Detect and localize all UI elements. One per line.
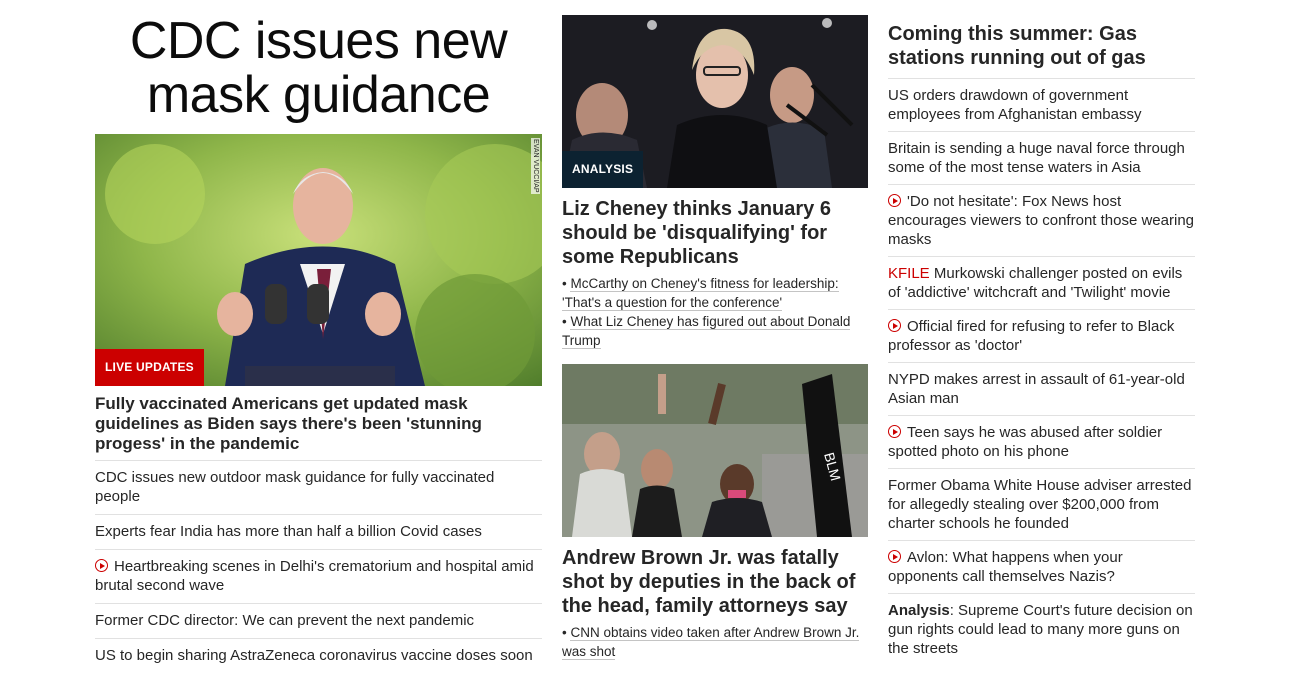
kfile-label: KFILE <box>888 265 930 282</box>
related-links-list: CDC issues new outdoor mask guidance for… <box>95 460 542 673</box>
sub-link[interactable]: • CNN obtains video taken after Andrew B… <box>562 623 868 661</box>
list-item[interactable]: Official fired for refusing to refer to … <box>888 309 1195 362</box>
gas-story-title[interactable]: Coming this summer: Gas stations running… <box>888 22 1195 70</box>
list-item[interactable]: Britain is sending a huge naval force th… <box>888 131 1195 184</box>
list-item[interactable]: KFILE Murkowski challenger posted on evi… <box>888 256 1195 309</box>
sub-link[interactable]: • McCarthy on Cheney's fitness for leade… <box>562 274 868 312</box>
link-text[interactable]: Experts fear India has more than half a … <box>95 523 482 540</box>
cheney-photo-link[interactable]: ANALYSIS <box>562 15 868 188</box>
protest-photo: BLM <box>562 364 868 537</box>
list-item[interactable]: Experts fear India has more than half a … <box>95 514 542 549</box>
biden-photo-link[interactable]: EVAN VUCCI/AP LIVE UPDATES <box>95 134 542 386</box>
link-text[interactable]: Britain is sending a huge naval force th… <box>888 140 1185 176</box>
analysis-badge[interactable]: ANALYSIS <box>562 151 644 188</box>
list-item[interactable]: Heartbreaking scenes in Delhi's cremator… <box>95 549 542 603</box>
link-text[interactable]: Official fired for refusing to refer to … <box>888 318 1174 354</box>
list-item[interactable]: Teen says he was abused after soldier sp… <box>888 415 1195 468</box>
link-text[interactable]: Former CDC director: We can prevent the … <box>95 612 474 629</box>
link-text[interactable]: Heartbreaking scenes in Delhi's cremator… <box>95 558 534 594</box>
sub-link-text[interactable]: McCarthy on Cheney's fitness for leaders… <box>562 276 839 311</box>
link-text[interactable]: 'Do not hesitate': Fox News host encoura… <box>888 193 1194 248</box>
list-item[interactable]: US orders drawdown of government employe… <box>888 78 1195 131</box>
list-item[interactable]: Analysis: Supreme Court's future decisio… <box>888 593 1195 665</box>
mega-headline[interactable]: CDC issues new mask guidance <box>95 14 542 122</box>
photo-credit: EVAN VUCCI/AP <box>531 138 540 194</box>
link-text[interactable]: Teen says he was abused after soldier sp… <box>888 424 1162 460</box>
lead-story-title[interactable]: Fully vaccinated Americans get updated m… <box>95 394 542 454</box>
protest-photo-link[interactable]: BLM <box>562 364 868 537</box>
play-icon <box>888 319 901 332</box>
list-item[interactable]: 'Do not hesitate': Fox News host encoura… <box>888 184 1195 256</box>
link-text[interactable]: Murkowski challenger posted on evils of … <box>888 265 1182 301</box>
live-updates-badge[interactable]: LIVE UPDATES <box>95 349 204 386</box>
headlines-list: US orders drawdown of government employe… <box>888 78 1195 665</box>
list-item[interactable]: US to begin sharing AstraZeneca coronavi… <box>95 638 542 673</box>
sub-link-text[interactable]: What Liz Cheney has figured out about Do… <box>562 314 851 349</box>
brown-story-title[interactable]: Andrew Brown Jr. was fatally shot by dep… <box>562 546 868 618</box>
play-icon <box>888 425 901 438</box>
sub-link-text[interactable]: CNN obtains video taken after Andrew Bro… <box>562 625 860 660</box>
link-text[interactable]: US orders drawdown of government employe… <box>888 87 1141 123</box>
headlines-column: Coming this summer: Gas stations running… <box>888 0 1195 665</box>
link-text[interactable]: CDC issues new outdoor mask guidance for… <box>95 469 494 505</box>
list-item[interactable]: NYPD makes arrest in assault of 61-year-… <box>888 362 1195 415</box>
list-item[interactable]: Former CDC director: We can prevent the … <box>95 603 542 638</box>
list-item[interactable]: Avlon: What happens when your opponents … <box>888 540 1195 593</box>
link-text[interactable]: US to begin sharing AstraZeneca coronavi… <box>95 647 533 664</box>
cheney-story-title[interactable]: Liz Cheney thinks January 6 should be 'd… <box>562 197 868 269</box>
play-icon <box>95 559 108 572</box>
play-icon <box>888 194 901 207</box>
link-text[interactable]: NYPD makes arrest in assault of 61-year-… <box>888 371 1185 407</box>
play-icon <box>888 550 901 563</box>
link-text[interactable]: Former Obama White House adviser arreste… <box>888 477 1191 532</box>
main-story-column: CDC issues new mask guidance EVAN VUCCI/… <box>95 0 542 673</box>
analysis-label: Analysis <box>888 602 950 619</box>
secondary-story-column: ANALYSIS Liz Cheney thinks January 6 sho… <box>562 0 868 661</box>
list-item[interactable]: CDC issues new outdoor mask guidance for… <box>95 460 542 514</box>
link-text[interactable]: Avlon: What happens when your opponents … <box>888 549 1123 585</box>
sub-link[interactable]: • What Liz Cheney has figured out about … <box>562 312 868 350</box>
list-item[interactable]: Former Obama White House adviser arreste… <box>888 468 1195 540</box>
